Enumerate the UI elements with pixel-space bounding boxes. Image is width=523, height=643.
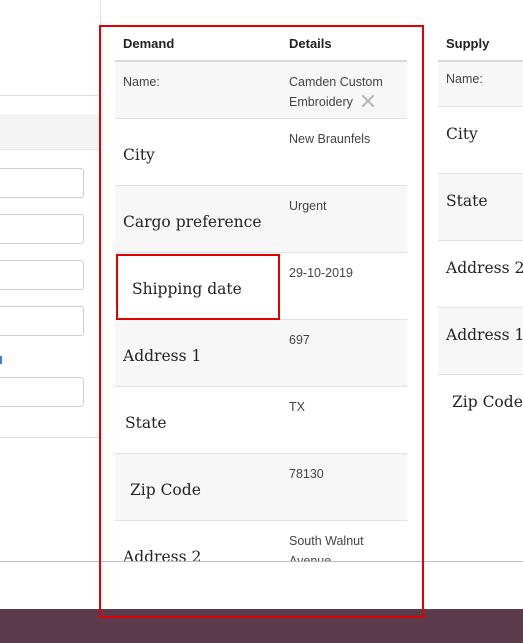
form-input-4[interactable] [0, 306, 84, 336]
left-form-panel [0, 0, 101, 560]
demand-row-zip-code[interactable]: Zip Code 78130 [115, 454, 407, 521]
demand-row-name: Name: Camden Custom Embroidery [115, 62, 407, 119]
close-icon[interactable] [361, 94, 375, 108]
demand-row-cargo-preference[interactable]: Cargo preference Urgent [115, 186, 407, 253]
supply-table: Supply Name: City State Address 2 Addres… [438, 26, 523, 426]
demand-row-address-1[interactable]: Address 1 697 [115, 320, 407, 387]
form-input-5[interactable] [0, 377, 84, 407]
row-label: Zip Code [130, 481, 201, 499]
row-label: Name: [123, 75, 160, 89]
demand-header: Demand Details [115, 26, 407, 62]
row-label: Zip Code [452, 393, 523, 411]
row-value: TX [289, 400, 305, 414]
row-value: 697 [289, 333, 310, 347]
demand-row-city[interactable]: City New Braunfels [115, 119, 407, 186]
form-input-1[interactable] [0, 168, 84, 198]
demand-row-shipping-date[interactable]: Shipping date 29-10-2019 [115, 253, 407, 320]
row-value: New Braunfels [289, 132, 371, 146]
row-label: City [446, 125, 478, 143]
form-input-2[interactable] [0, 214, 84, 244]
demand-column-header: Demand [123, 35, 175, 51]
row-label: Address 1 [123, 347, 202, 365]
row-value: 29-10-2019 [289, 266, 353, 280]
row-value: Urgent [289, 199, 327, 213]
demand-table: Demand Details Name: Camden Custom Embro… [115, 26, 407, 561]
row-label: Shipping date [132, 280, 242, 298]
supply-row-state[interactable]: State [438, 174, 523, 241]
row-label: Address 2 [123, 548, 202, 561]
row-value: South Walnut Avenue [289, 534, 364, 561]
supply-header: Supply [438, 26, 523, 62]
link-marker [0, 356, 2, 364]
footer-bar [0, 609, 523, 643]
left-section-band [0, 114, 101, 150]
row-label: Name: [446, 72, 483, 86]
row-label: Address 2 [446, 259, 523, 277]
form-input-3[interactable] [0, 260, 84, 290]
supply-row-zip-code[interactable]: Zip Code [438, 375, 523, 426]
row-value: 78130 [289, 467, 324, 481]
row-label: State [125, 414, 167, 432]
supply-column-header: Supply [446, 35, 490, 51]
row-label: Address 1 [446, 326, 523, 344]
supply-row-name: Name: [438, 62, 523, 107]
bottom-divider [0, 561, 523, 562]
row-value: Camden Custom Embroidery [281, 62, 407, 118]
supply-row-address-2[interactable]: Address 2 [438, 241, 523, 308]
demand-row-state[interactable]: State TX [115, 387, 407, 454]
row-label: City [123, 146, 155, 164]
supply-row-address-1[interactable]: Address 1 [438, 308, 523, 375]
row-label: Cargo preference [123, 213, 262, 231]
demand-row-address-2[interactable]: Address 2 South Walnut Avenue [115, 521, 407, 561]
left-bottom-divider [0, 437, 101, 438]
left-divider [0, 95, 101, 96]
supply-row-city[interactable]: City [438, 107, 523, 174]
row-label: State [446, 192, 488, 210]
details-column-header: Details [289, 35, 332, 51]
